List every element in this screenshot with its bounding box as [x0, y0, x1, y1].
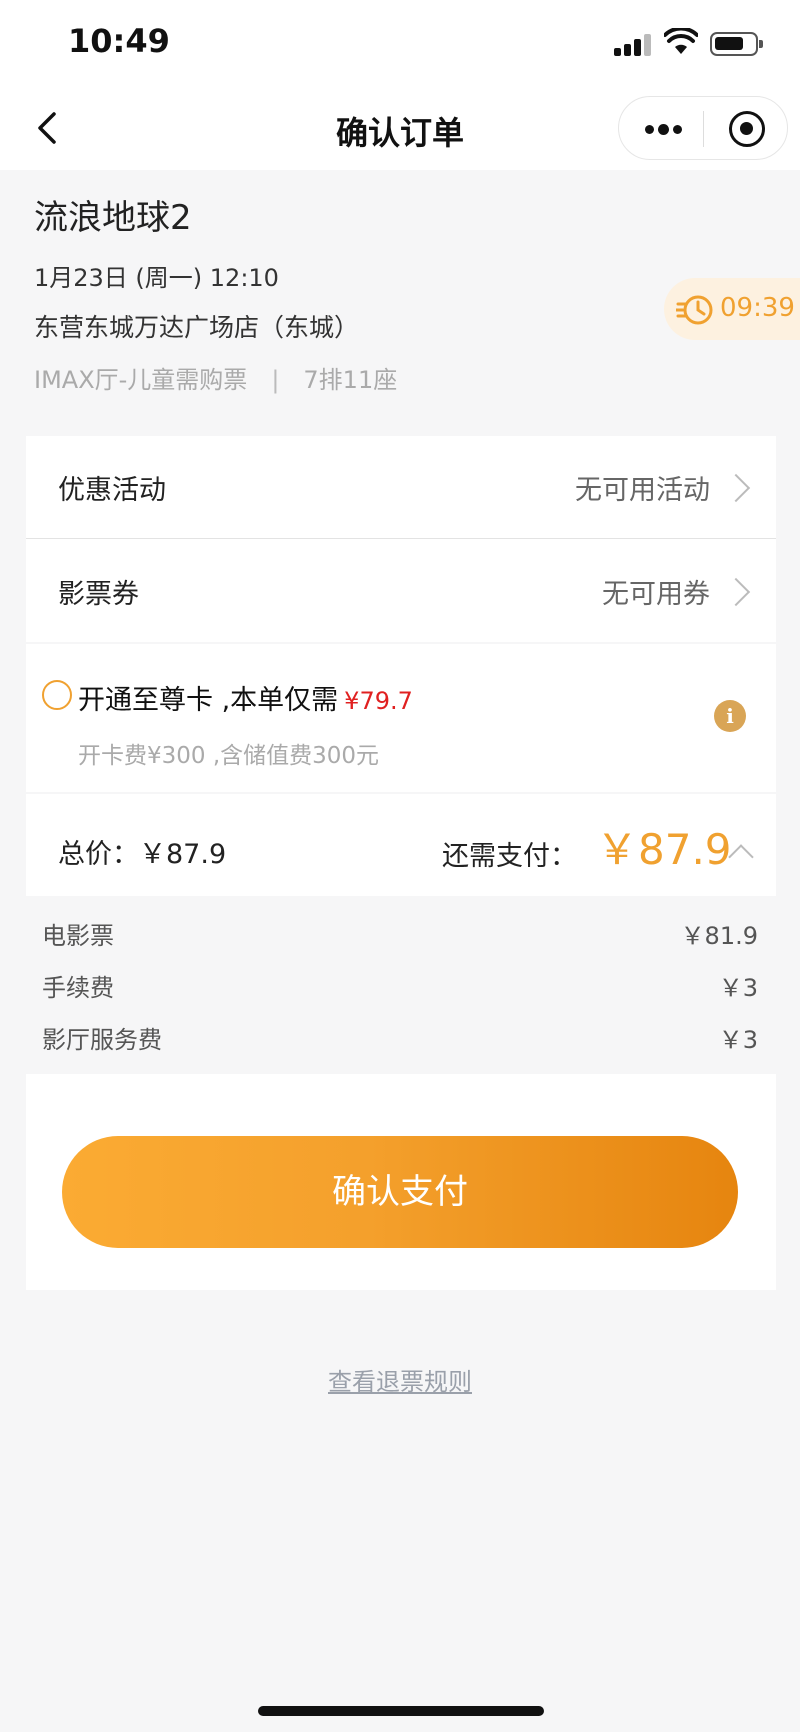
need-pay-label: 还需支付： — [442, 841, 577, 872]
status-bar: 10:49 — [0, 0, 800, 90]
capsule-divider — [703, 111, 704, 147]
home-indicator[interactable] — [258, 1706, 544, 1716]
hall-seat-info: IMAX厅-儿童需购票 | 7排11座 — [34, 360, 397, 395]
cinema-name: 东营东城万达广场店（东城） — [34, 313, 360, 342]
seat-info: 7排11座 — [303, 366, 398, 394]
battery-icon — [710, 32, 763, 56]
more-icon[interactable] — [643, 119, 683, 139]
breakdown-ticket-value: ￥81.9 — [680, 922, 758, 950]
cellular-signal-icon — [614, 32, 654, 56]
chevron-right-icon — [721, 577, 751, 607]
need-pay-amount: ￥87.9 — [596, 825, 732, 874]
wifi-icon — [664, 28, 698, 54]
payment-countdown: 09:39 — [664, 278, 800, 340]
nav-bar: 确认订单 — [0, 90, 800, 170]
total-price: 总价：￥87.9 — [58, 839, 227, 870]
vip-card-radio[interactable] — [42, 680, 72, 710]
breakdown-ticket-label: 电影票 — [42, 922, 114, 950]
hall-name: IMAX厅-儿童需购票 — [34, 366, 248, 394]
countdown-time: 09:39 — [720, 293, 795, 323]
breakdown-service-label: 影厅服务费 — [42, 1026, 162, 1054]
confirm-pay-button[interactable]: 确认支付 — [62, 1136, 738, 1248]
info-icon[interactable]: i — [714, 700, 746, 732]
chevron-right-icon — [721, 473, 751, 503]
close-miniprogram-icon[interactable] — [729, 111, 765, 147]
vip-card-text: 开通至尊卡 ,本单仅需 ¥79.7 — [78, 678, 413, 717]
hall-separator: | — [271, 366, 280, 394]
price-breakdown: 电影票 ￥81.9 手续费 ￥3 影厅服务费 ￥3 — [0, 896, 800, 1072]
showtime: 1月23日 (周一) 12:10 — [34, 264, 279, 292]
discount-card: 优惠活动 无可用活动 影票券 无可用券 — [26, 436, 776, 642]
promotions-value: 无可用活动 — [575, 475, 710, 506]
price-summary: 总价：￥87.9 还需支付： ￥87.9 — [26, 794, 776, 896]
coupons-label: 影票券 — [58, 579, 139, 610]
timer-icon — [676, 295, 713, 325]
breakdown-service-value: ￥3 — [718, 1026, 758, 1054]
vip-card-price: ¥79.7 — [344, 687, 413, 715]
breakdown-fee-value: ￥3 — [718, 974, 758, 1002]
vip-card-subtext: 开卡费¥300 ,含储值费300元 — [78, 743, 380, 769]
breakdown-fee-label: 手续费 — [42, 974, 114, 1002]
vip-card-offer: 开通至尊卡 ,本单仅需 ¥79.7 开卡费¥300 ,含储值费300元 i — [26, 644, 776, 792]
status-time: 10:49 — [68, 22, 170, 60]
miniprogram-capsule — [618, 96, 788, 160]
coupons-row[interactable]: 影票券 无可用券 — [26, 539, 776, 642]
refund-rules-link[interactable]: 查看退票规则 — [0, 1362, 800, 1397]
chevron-up-icon[interactable] — [728, 844, 754, 870]
coupons-value: 无可用券 — [602, 579, 710, 610]
promotions-label: 优惠活动 — [58, 475, 166, 506]
promotions-row[interactable]: 优惠活动 无可用活动 — [26, 436, 776, 538]
vip-card-label: 开通至尊卡 ,本单仅需 — [78, 685, 339, 716]
movie-title: 流浪地球2 — [34, 198, 192, 238]
